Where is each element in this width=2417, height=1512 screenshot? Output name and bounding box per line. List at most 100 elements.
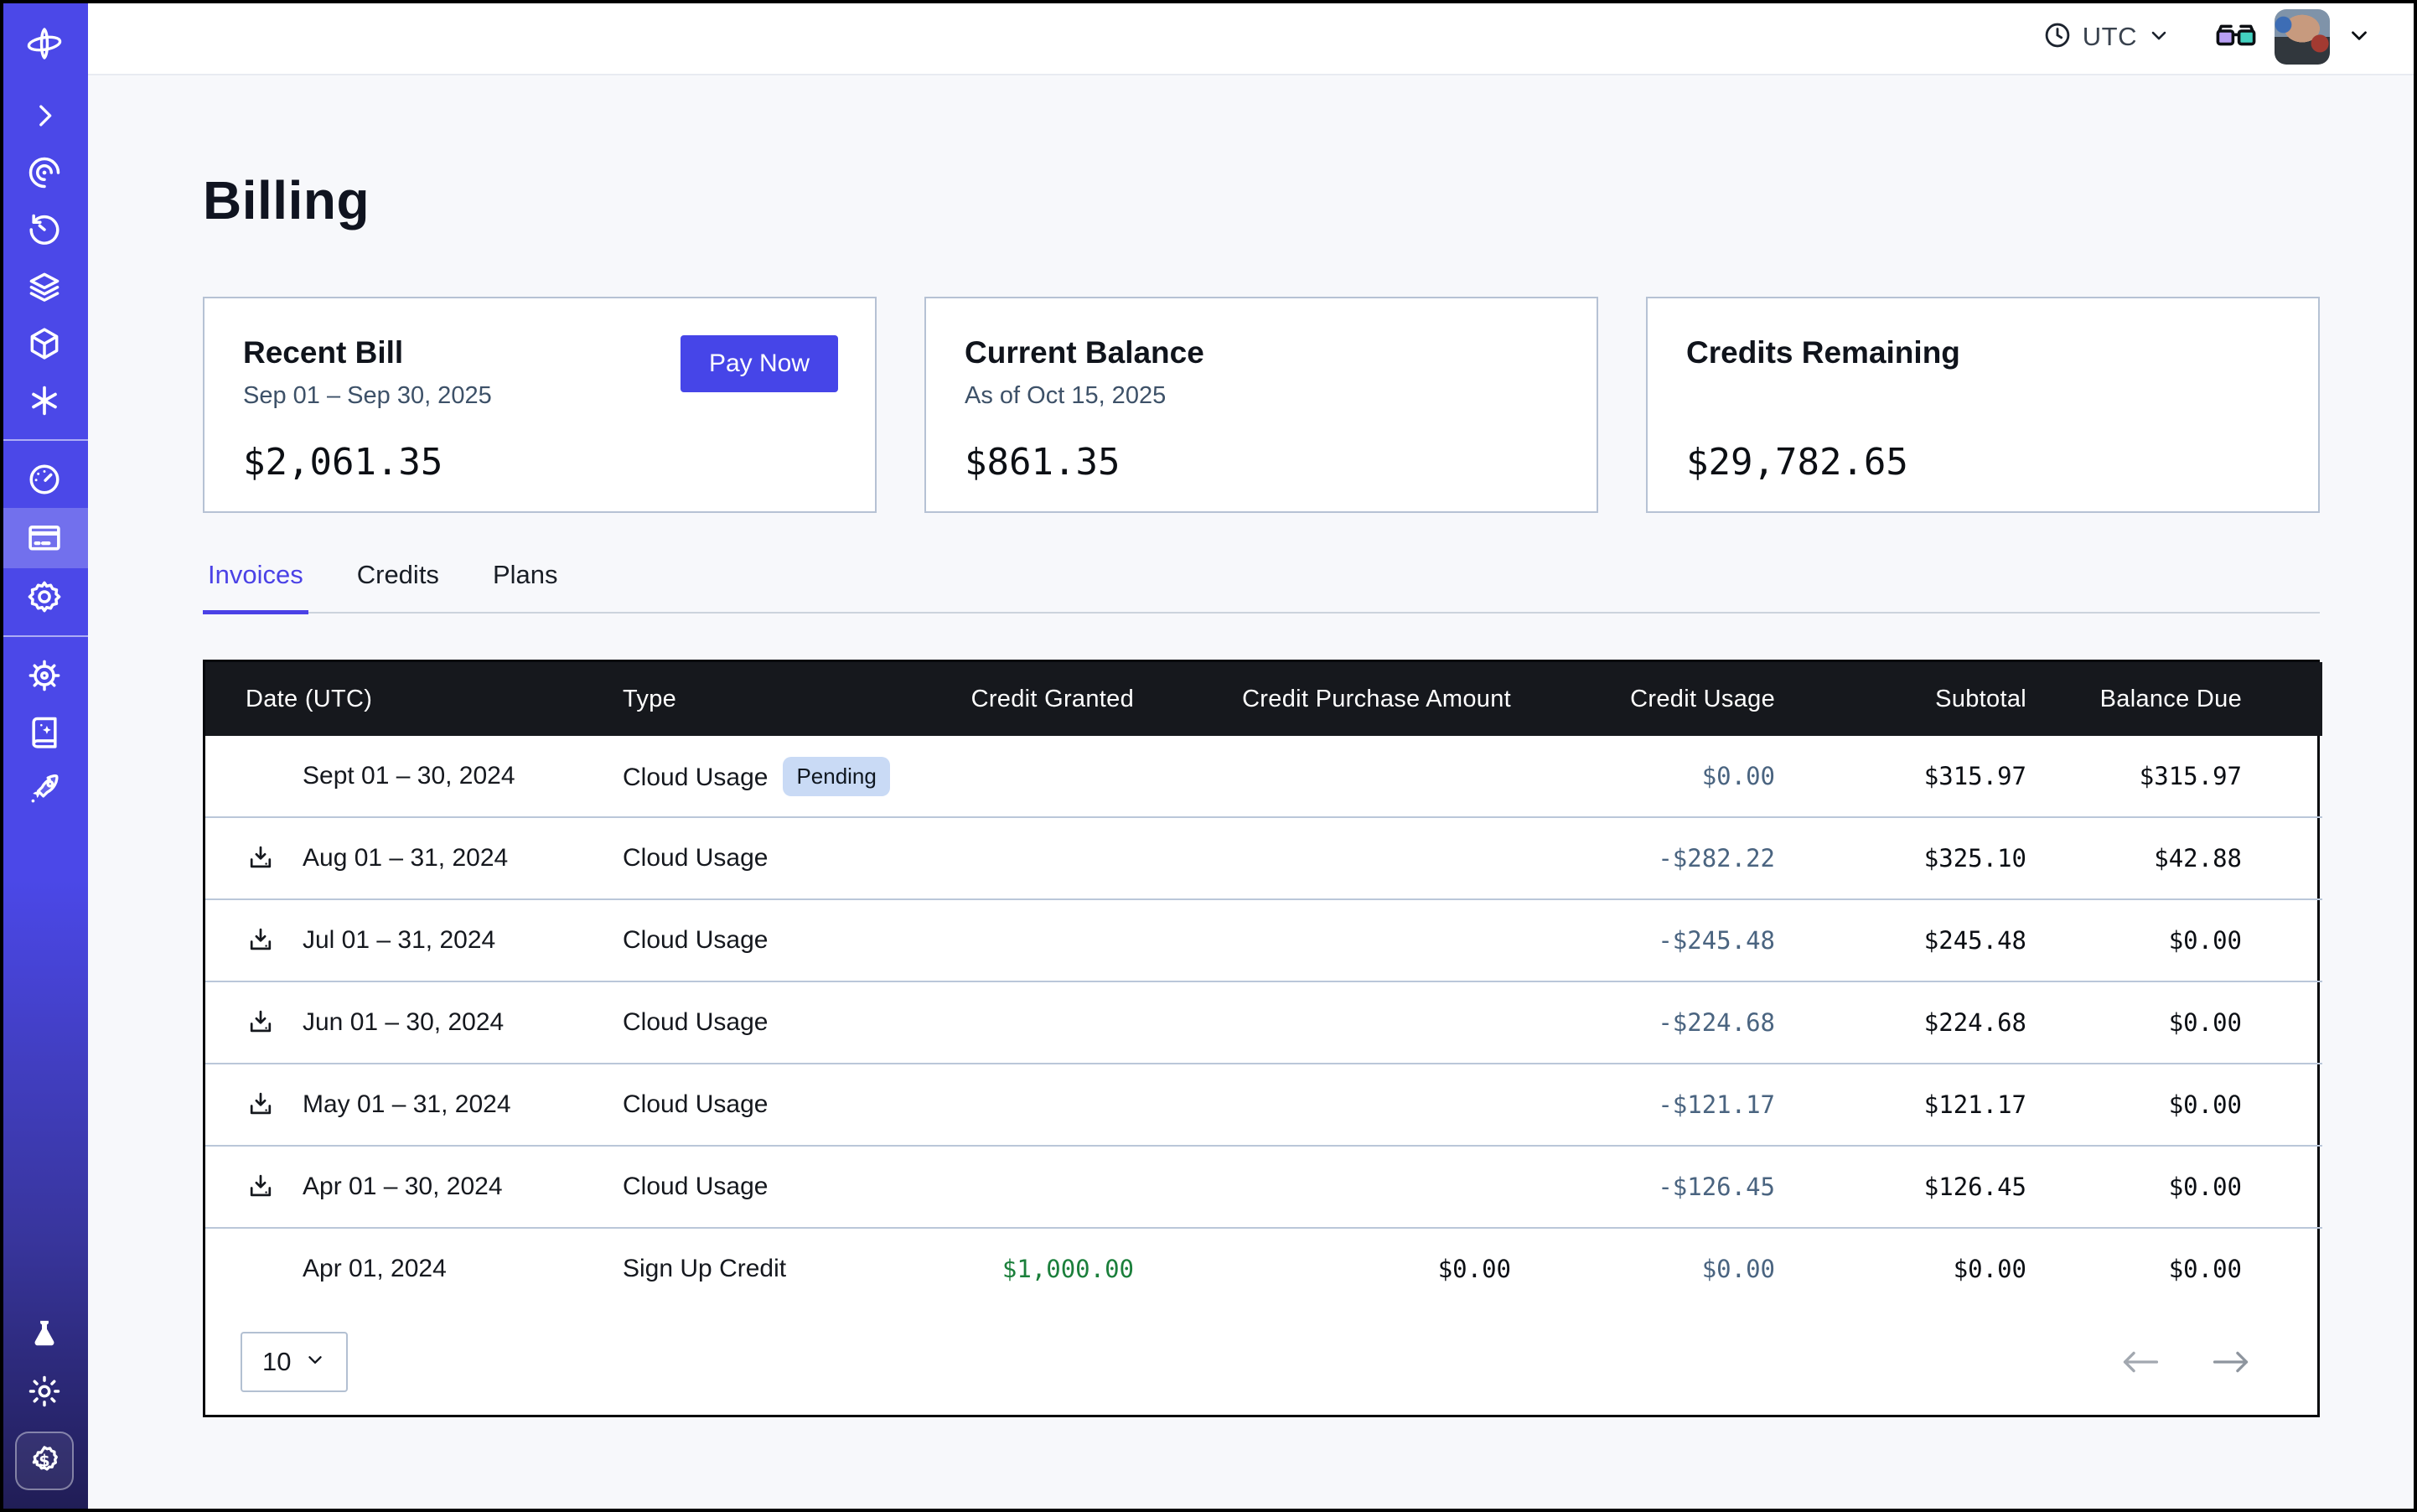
credit-usage-value: -$126.45	[1511, 1146, 1775, 1228]
dollar-badge-icon: $	[26, 1442, 63, 1479]
column-header-date: Date (UTC)	[205, 662, 623, 736]
sidebar-item-history[interactable]	[0, 201, 88, 258]
cube-icon	[26, 325, 63, 362]
credit-usage-value: -$224.68	[1511, 981, 1775, 1064]
card-amount: $29,782.65	[1686, 441, 2280, 484]
invoice-period: Jul 01 – 31, 2024	[303, 926, 495, 955]
subtotal-value: $224.68	[1775, 981, 2026, 1064]
credits-quick-button[interactable]: $	[15, 1432, 74, 1490]
next-page-button[interactable]	[2212, 1349, 2250, 1375]
table-row: Apr 01, 2024 Sign Up Credit $1,000.00 $0…	[205, 1228, 2322, 1309]
subtotal-value: $245.48	[1775, 899, 2026, 981]
invoice-type: Cloud Usage	[623, 764, 768, 791]
sidebar-item-docs[interactable]	[0, 704, 88, 761]
sidebar-item-billing[interactable]	[0, 508, 88, 568]
download-invoice-button[interactable]	[246, 1172, 276, 1202]
billing-tabs: Invoices Credits Plans	[203, 560, 2320, 614]
column-header-credit-granted: Credit Granted	[891, 662, 1134, 736]
card-subtitle: As of Oct 15, 2025	[965, 382, 1558, 411]
subtotal-value: $315.97	[1775, 736, 2026, 817]
invoice-type: Cloud Usage	[623, 1173, 768, 1200]
download-invoice-button[interactable]	[246, 925, 276, 955]
credit-purchase-value: $0.00	[1134, 1228, 1511, 1309]
subtotal-value: $325.10	[1775, 817, 2026, 899]
topbar: UTC	[88, 0, 2417, 75]
sun-icon	[26, 1373, 63, 1410]
column-header-subtotal: Subtotal	[1775, 662, 2026, 736]
subtotal-value: $121.17	[1775, 1064, 2026, 1146]
card-title: Credits Remaining	[1686, 335, 2280, 370]
invoice-type: Cloud Usage	[623, 1008, 768, 1036]
sidebar: $	[0, 0, 88, 1512]
flask-icon	[27, 1317, 62, 1352]
summary-cards: Recent Bill Sep 01 – Sep 30, 2025 $2,061…	[203, 297, 2320, 513]
invoice-period: Aug 01 – 31, 2024	[303, 844, 508, 873]
download-invoice-button[interactable]	[246, 1090, 276, 1120]
timezone-selector[interactable]: UTC	[2042, 20, 2171, 54]
table-row: Apr 01 – 30, 2024 Cloud Usage -$126.45 $…	[205, 1146, 2322, 1228]
balance-due-value: $0.00	[2026, 1146, 2322, 1228]
credit-granted-value	[891, 1064, 1134, 1146]
avatar[interactable]	[2275, 9, 2330, 65]
orbit-logo-icon	[24, 23, 65, 64]
sidebar-item-labs[interactable]	[0, 1306, 88, 1363]
credit-granted-value	[891, 736, 1134, 817]
table-row: Sept 01 – 30, 2024 Cloud Usage Pending $0…	[205, 736, 2322, 817]
invoice-period: May 01 – 31, 2024	[303, 1090, 511, 1119]
svg-text:$: $	[39, 1452, 49, 1471]
layers-icon	[26, 268, 63, 305]
page-size-value: 10	[262, 1347, 291, 1377]
tab-invoices[interactable]: Invoices	[203, 560, 308, 614]
balance-due-value: $0.00	[2026, 899, 2322, 981]
credit-purchase-value	[1134, 1146, 1511, 1228]
column-header-credit-purchase: Credit Purchase Amount	[1134, 662, 1511, 736]
invoice-period: Sept 01 – 30, 2024	[303, 762, 515, 790]
credit-purchase-value	[1134, 1064, 1511, 1146]
invoice-period: Apr 01 – 30, 2024	[303, 1173, 503, 1201]
sidebar-divider	[0, 439, 88, 441]
table-header-row: Date (UTC) Type Credit Granted Credit Pu…	[205, 662, 2322, 736]
credit-granted-value: $1,000.00	[891, 1228, 1134, 1309]
page-size-select[interactable]: 10	[241, 1332, 348, 1392]
chevron-down-icon	[2147, 23, 2171, 51]
sidebar-item-getting-started[interactable]	[0, 761, 88, 818]
user-menu-chevron-icon[interactable]	[2347, 23, 2372, 52]
sidebar-item-expand[interactable]	[0, 87, 88, 144]
app-logo[interactable]	[0, 0, 88, 87]
sidebar-item-support[interactable]	[0, 647, 88, 704]
pending-badge: Pending	[783, 757, 889, 796]
glasses-icon[interactable]	[2214, 21, 2258, 54]
balance-due-value: $42.88	[2026, 817, 2322, 899]
download-invoice-button[interactable]	[246, 843, 276, 873]
credit-purchase-value	[1134, 981, 1511, 1064]
sidebar-item-settings[interactable]	[0, 568, 88, 625]
credit-usage-value: $0.00	[1511, 736, 1775, 817]
balance-due-value: $0.00	[2026, 981, 2322, 1064]
credit-granted-value	[891, 981, 1134, 1064]
chevron-down-icon	[304, 1347, 326, 1377]
tab-plans[interactable]: Plans	[488, 560, 563, 614]
invoice-type: Cloud Usage	[623, 926, 768, 954]
credit-usage-value: -$282.22	[1511, 817, 1775, 899]
main-content: Billing Recent Bill Sep 01 – Sep 30, 202…	[88, 169, 2417, 1417]
credit-usage-value: -$245.48	[1511, 899, 1775, 981]
sidebar-item-observe[interactable]	[0, 144, 88, 201]
credit-usage-value: -$121.17	[1511, 1064, 1775, 1146]
sidebar-item-layers[interactable]	[0, 258, 88, 315]
card-subtitle	[1686, 382, 2280, 411]
download-invoice-button[interactable]	[246, 1007, 276, 1038]
sidebar-item-usage[interactable]	[0, 451, 88, 508]
sidebar-item-services[interactable]	[0, 372, 88, 429]
table-row: Jun 01 – 30, 2024 Cloud Usage -$224.68 $…	[205, 981, 2322, 1064]
sidebar-item-packages[interactable]	[0, 315, 88, 372]
prev-page-button[interactable]	[2121, 1349, 2160, 1375]
tab-credits[interactable]: Credits	[352, 560, 444, 614]
sidebar-item-theme[interactable]	[0, 1363, 88, 1420]
timezone-label: UTC	[2083, 22, 2137, 52]
pay-now-button[interactable]: Pay Now	[681, 335, 838, 392]
card-amount: $861.35	[965, 441, 1558, 484]
history-clock-icon	[26, 211, 63, 248]
book-sparkle-icon	[26, 714, 63, 751]
invoice-type: Cloud Usage	[623, 844, 768, 872]
rocket-icon	[26, 771, 63, 808]
